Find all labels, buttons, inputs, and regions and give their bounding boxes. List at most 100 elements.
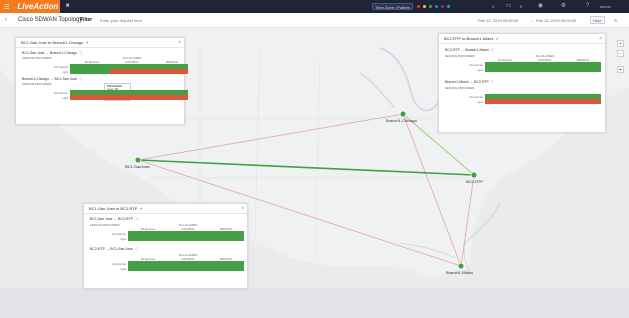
row-label: mpls — [477, 68, 483, 72]
status-dot-purple[interactable] — [441, 5, 444, 8]
sla-cell[interactable] — [128, 236, 168, 241]
row-label: mpls — [120, 267, 126, 271]
sla-cell[interactable] — [128, 266, 168, 271]
info-icon[interactable]: ⓘ — [491, 80, 495, 84]
node-label-rtp[interactable]: BC2-RTP — [466, 179, 483, 184]
counter-b[interactable]: 9 — [520, 4, 522, 9]
gear-icon[interactable]: ⚙ — [560, 3, 567, 10]
panel-title: BC2-RTP to Branch1-Miami — [444, 36, 494, 41]
sla-grid: SERVICE PROVIDERS biz-internet mpls — [22, 82, 188, 101]
sla-cell[interactable] — [110, 95, 150, 100]
monitor-icon[interactable]: ▭ — [505, 3, 512, 10]
pin-icon[interactable]: ➚ — [495, 36, 498, 41]
status-dot-red[interactable] — [417, 5, 420, 8]
user-name[interactable]: admin — [600, 4, 611, 9]
info-icon[interactable]: ⓘ — [135, 247, 139, 251]
row-group-label: SERVICE PROVIDERS — [22, 82, 52, 86]
node-sanjose — [134, 156, 142, 164]
refresh-icon[interactable]: ↻ — [614, 18, 617, 23]
status-dot-teal[interactable] — [447, 5, 450, 8]
info-icon[interactable]: ⓘ — [79, 51, 83, 55]
sla-cell[interactable] — [70, 69, 110, 74]
sla-cell[interactable] — [150, 95, 188, 100]
direction-label: BC2-RTP → BC1-San Jose — [90, 247, 133, 251]
info-icon[interactable]: ⓘ — [135, 217, 139, 221]
direction-label: Branch1-Chicago → BC1-San Jose — [22, 77, 78, 81]
sla-grid: SLA CLASSES All Services CONTROL BRANCH … — [90, 252, 247, 274]
sla-cell[interactable] — [565, 67, 601, 72]
sla-cell[interactable] — [485, 67, 525, 72]
status-dot-green[interactable] — [429, 5, 432, 8]
time-range-end[interactable]: Feb 13, 2019 09:00:00 — [536, 18, 576, 23]
sla-cell[interactable] — [150, 69, 188, 74]
locate-button[interactable]: ⌖ — [617, 66, 624, 73]
pin-icon[interactable]: ➚ — [85, 40, 88, 45]
sla-cell[interactable] — [208, 266, 244, 271]
period-select[interactable]: Hour — [590, 16, 605, 24]
sla-cell[interactable] — [208, 236, 244, 241]
row-label: mpls — [62, 96, 68, 100]
panel-header[interactable]: BC1-San Jose to Branch1-Chicago ➚ × — [16, 38, 184, 48]
node-label-sanjose[interactable]: BC1-SanJose — [125, 164, 150, 169]
panel-title: BC1-San Jose to BC2-RTP — [89, 206, 138, 211]
back-arrow-icon[interactable]: ‹ — [5, 17, 7, 23]
close-icon[interactable]: × — [178, 38, 181, 48]
row-label: biz-internet — [54, 91, 68, 95]
row-group-label: SERVICE PROVIDERS — [445, 86, 475, 90]
row-label: biz-internet — [112, 232, 126, 236]
sla-grid: SERVICE PROVIDERS biz-internet mpls — [445, 85, 605, 107]
row-label: biz-internet — [54, 65, 68, 69]
sla-cell[interactable] — [110, 69, 150, 74]
link-panel-sanjose-chicago[interactable]: BC1-San Jose to Branch1-Chicago ➚ × BC1-S… — [15, 37, 188, 125]
sla-grid: SERVICE PROVIDERS SLA CLASSES All Servic… — [90, 222, 247, 244]
filter-label[interactable]: Filter — [80, 17, 92, 23]
sla-cell[interactable] — [565, 99, 601, 104]
sla-cell[interactable] — [70, 95, 110, 100]
node-rtp — [470, 171, 478, 179]
row-group-label: SERVICE PROVIDERS — [445, 54, 475, 58]
link-panel-rtp-miami[interactable]: BC2-RTP to Branch1-Miami ➚ × BC2-RTP → Br… — [438, 33, 606, 133]
direction-label: Branch1-Miami → BC2-RTP — [445, 80, 489, 84]
sla-cell[interactable] — [525, 67, 565, 72]
row-group-label: SERVICE PROVIDERS — [22, 56, 52, 60]
row-label: mpls — [477, 100, 483, 104]
panel-header[interactable]: BC2-RTP to Branch1-Miami ➚ × — [439, 34, 605, 44]
node-miami — [457, 262, 465, 270]
pin-icon[interactable]: ➚ — [139, 206, 142, 211]
node-label-miami[interactable]: Branch1-Miami — [446, 270, 473, 275]
page-title: Cisco SDWAN Topology — [18, 17, 83, 23]
sla-cell[interactable] — [168, 236, 208, 241]
search-input[interactable] — [100, 16, 240, 24]
topology-toolbar: ‹ Cisco SDWAN Topology Filter Feb 12, 20… — [0, 13, 629, 28]
sla-grid: SERVICE PROVIDERS SLA CLASSES All Servic… — [445, 53, 605, 75]
status-dot-blue[interactable] — [435, 5, 438, 8]
status-dot-yellow[interactable] — [423, 5, 426, 8]
sla-grid: SERVICE PROVIDERS SLA CLASSES All Servic… — [22, 56, 188, 75]
zoom-in-button[interactable]: + — [617, 40, 624, 47]
time-range-start[interactable]: Feb 12, 2019 09:00:00 — [478, 18, 518, 23]
hamburger-icon[interactable]: ☰ — [4, 5, 9, 11]
direction-label: BC1-San Jose → Branch1-Chicago — [22, 51, 78, 55]
sla-cell[interactable] — [485, 99, 525, 104]
close-icon[interactable]: × — [241, 204, 244, 214]
counter-a[interactable]: 4 — [492, 4, 494, 9]
link-panel-sanjose-rtp[interactable]: BC1-San Jose to BC2-RTP ➚ × BC1-San Jose … — [83, 203, 248, 289]
node-label-chicago[interactable]: Branch1-Chicago — [386, 118, 417, 123]
info-icon[interactable]: ⓘ — [79, 77, 83, 81]
panel-header[interactable]: BC1-San Jose to BC2-RTP ➚ × — [84, 204, 247, 214]
info-icon[interactable]: ⓘ — [491, 48, 495, 52]
zoom-out-button[interactable]: − — [617, 50, 624, 57]
direction-label: BC2-RTP → Branch1-Miami — [445, 48, 489, 52]
node-chicago — [399, 110, 407, 118]
app-logo[interactable]: ☰ LiveAction — [0, 0, 60, 13]
sla-cell[interactable] — [525, 99, 565, 104]
apps-icon[interactable]: ■ — [64, 3, 71, 10]
row-label: biz-internet — [469, 63, 483, 67]
sla-cell[interactable] — [168, 266, 208, 271]
close-icon[interactable]: × — [599, 34, 602, 44]
help-icon[interactable]: ? — [584, 3, 591, 10]
bell-icon[interactable]: ◉ — [537, 3, 544, 10]
row-label: mpls — [120, 237, 126, 241]
row-label: mpls — [62, 70, 68, 74]
timezone-button[interactable]: Time Zone / Pattern — [372, 3, 414, 10]
